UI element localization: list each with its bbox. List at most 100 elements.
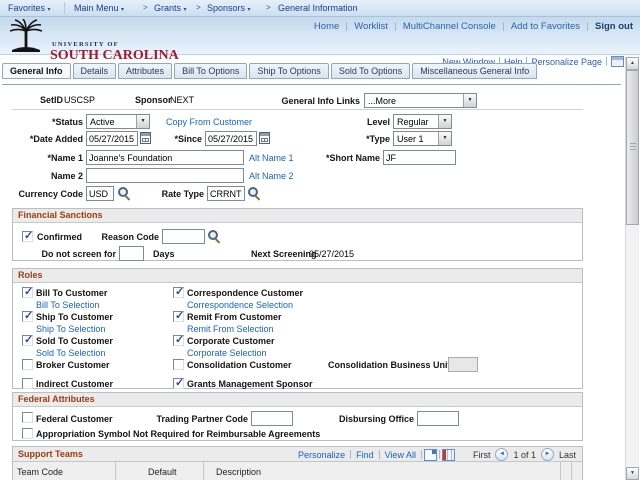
personalize-link[interactable]: Personalize — [295, 450, 348, 460]
support-teams-header: Support Teams Personalize Find View All … — [13, 447, 582, 462]
rate-type-input[interactable] — [207, 186, 245, 201]
alt-name1-link[interactable]: Alt Name 1 — [249, 153, 294, 163]
breadcrumb-main-menu[interactable]: Main Menu ▾ — [74, 3, 124, 13]
ship-to-customer-checkbox[interactable] — [22, 309, 33, 322]
sold-to-customer-checkbox[interactable] — [22, 333, 33, 346]
personalize-page-link[interactable]: Personalize Page — [527, 57, 606, 67]
tab-miscellaneous-general-info[interactable]: Miscellaneous General Info — [412, 63, 538, 79]
previous-row-icon[interactable]: ◄ — [495, 448, 509, 461]
setid-value: USCSP — [64, 95, 96, 105]
reason-code-input[interactable] — [162, 229, 205, 244]
lookup-icon[interactable] — [118, 187, 131, 200]
tab-general-info[interactable]: General Info — [2, 63, 71, 79]
date-added-input[interactable] — [86, 131, 138, 146]
currency-code-input[interactable] — [86, 186, 114, 201]
trading-partner-code-input[interactable] — [251, 411, 293, 426]
pager-first-label[interactable]: First — [471, 450, 493, 460]
indirect-customer-checkbox[interactable] — [22, 378, 33, 389]
south-carolina-wordmark: SOUTH CAROLINA — [50, 48, 179, 63]
alt-name2-link[interactable]: Alt Name 2 — [249, 171, 294, 181]
view-all-link[interactable]: View All — [382, 450, 419, 460]
zoom-grid-icon[interactable] — [423, 448, 437, 461]
correspondence-selection-link[interactable]: Correspondence Selection — [187, 300, 293, 310]
next-row-icon[interactable]: ► — [540, 448, 554, 461]
confirmed-label: Confirmed — [37, 232, 82, 242]
breadcrumb-current-page: General Information — [278, 3, 358, 13]
add-to-favorites-link[interactable]: Add to Favorites — [504, 21, 587, 32]
grants-management-sponsor-label: Grants Management Sponsor — [187, 379, 313, 389]
worklist-link[interactable]: Worklist — [347, 21, 395, 32]
consolidation-business-unit-input — [448, 357, 478, 372]
pager-last-label[interactable]: Last — [557, 450, 578, 460]
appropriation-symbol-checkbox[interactable] — [22, 428, 33, 439]
grants-management-sponsor-checkbox[interactable] — [173, 376, 184, 389]
name1-input[interactable] — [86, 150, 244, 165]
find-link[interactable]: Find — [353, 450, 377, 460]
breadcrumb-favorites[interactable]: Favorites ▾ — [8, 3, 51, 13]
multichannel-console-link[interactable]: MultiChannel Console — [396, 21, 503, 32]
window-icon[interactable] — [611, 56, 624, 67]
separator — [606, 57, 607, 66]
level-value: Regular — [397, 117, 429, 127]
short-name-input[interactable] — [383, 150, 456, 165]
breadcrumb-grants[interactable]: Grants ▾ — [154, 3, 187, 13]
since-label: *Since — [174, 134, 202, 144]
download-spreadsheet-icon[interactable] — [441, 448, 455, 461]
sign-out-link[interactable]: Sign out — [588, 21, 635, 32]
remit-from-customer-label: Remit From Customer — [187, 312, 282, 322]
days-label: Days — [153, 249, 175, 259]
ship-to-customer-label: Ship To Customer — [36, 312, 113, 322]
roles-section: Roles Bill To Customer Bill To Selection… — [12, 268, 583, 389]
confirmed-checkbox[interactable] — [22, 229, 33, 242]
corporate-customer-checkbox[interactable] — [173, 333, 184, 346]
dropdown-arrow-icon[interactable]: ▼ — [463, 94, 476, 107]
setid-label: SetID — [40, 95, 64, 105]
separator — [350, 450, 352, 459]
vertical-scrollbar[interactable]: ▲ ▼ — [625, 57, 639, 480]
do-not-screen-input[interactable] — [119, 246, 144, 261]
scroll-down-icon[interactable]: ▼ — [626, 467, 639, 480]
bill-to-customer-checkbox[interactable] — [22, 285, 33, 298]
corporate-selection-link[interactable]: Corporate Selection — [187, 348, 267, 358]
trading-partner-code-label: Trading Partner Code — [156, 414, 248, 424]
chevron-down-icon: ▾ — [183, 7, 187, 13]
correspondence-customer-checkbox[interactable] — [173, 285, 184, 298]
federal-customer-checkbox[interactable] — [22, 412, 33, 423]
ship-to-selection-link[interactable]: Ship To Selection — [36, 324, 105, 334]
since-input[interactable] — [205, 131, 257, 146]
name2-input[interactable] — [86, 168, 244, 183]
type-select[interactable]: User 1 ▼ — [393, 131, 452, 146]
disbursing-office-input[interactable] — [417, 411, 459, 426]
tab-ship-to-options[interactable]: Ship To Options — [249, 63, 329, 79]
scrollbar-thumb[interactable] — [626, 70, 639, 225]
tab-attributes[interactable]: Attributes — [118, 63, 173, 79]
status-select[interactable]: Active ▼ — [86, 114, 150, 129]
general-info-links-select[interactable]: ...More ▼ — [364, 93, 477, 108]
level-select[interactable]: Regular ▼ — [393, 114, 452, 129]
dropdown-arrow-icon[interactable]: ▼ — [438, 132, 451, 145]
broker-customer-checkbox[interactable] — [22, 359, 33, 370]
tab-sold-to-options[interactable]: Sold To Options — [330, 63, 411, 79]
tab-bill-to-options[interactable]: Bill To Options — [174, 63, 248, 79]
breadcrumb-sponsors[interactable]: Sponsors ▾ — [207, 3, 251, 13]
copy-from-customer-link[interactable]: Copy From Customer — [166, 117, 252, 127]
remit-from-selection-link[interactable]: Remit From Selection — [187, 324, 274, 334]
dropdown-arrow-icon[interactable]: ▼ — [438, 115, 451, 128]
consolidation-customer-checkbox[interactable] — [173, 359, 184, 370]
tab-details[interactable]: Details — [72, 63, 117, 79]
lookup-icon[interactable] — [208, 230, 221, 243]
remit-from-customer-checkbox[interactable] — [173, 309, 184, 322]
separator — [438, 450, 440, 459]
bill-to-selection-link[interactable]: Bill To Selection — [36, 300, 99, 310]
calendar-icon[interactable] — [140, 132, 151, 144]
calendar-icon[interactable] — [259, 132, 270, 144]
usc-palmetto-logo — [9, 19, 43, 52]
sold-to-selection-link[interactable]: Sold To Selection — [36, 348, 105, 358]
separator — [420, 450, 422, 459]
column-header-blank — [572, 462, 582, 480]
home-link[interactable]: Home — [307, 21, 346, 32]
lookup-icon[interactable] — [248, 187, 261, 200]
dropdown-arrow-icon[interactable]: ▼ — [136, 115, 149, 128]
scroll-up-icon[interactable]: ▲ — [626, 57, 639, 70]
section-title: Financial Sanctions — [18, 210, 103, 220]
